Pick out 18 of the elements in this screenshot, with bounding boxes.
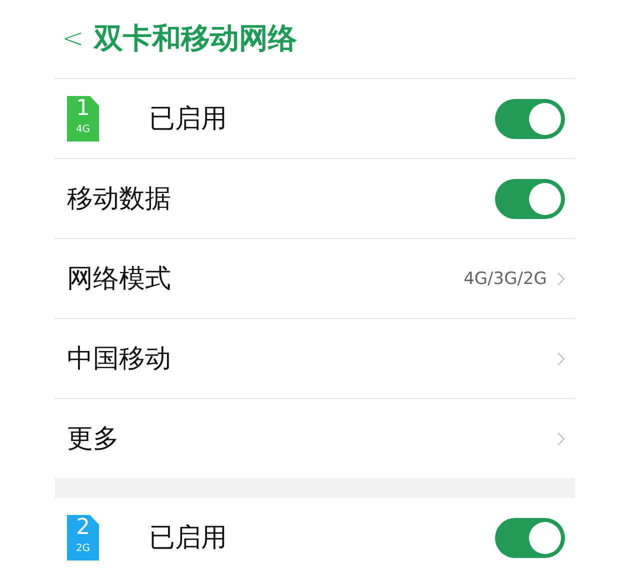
- row-label[interactable]: 移动数据: [67, 181, 171, 216]
- row-label: 已启用: [149, 103, 227, 136]
- toggle-switch[interactable]: [495, 178, 565, 218]
- row-value: 4G/3G/2G: [464, 268, 547, 288]
- toggle-switch[interactable]: [495, 518, 565, 558]
- sim-network: 4G: [76, 122, 90, 136]
- chevron-icon: [557, 352, 565, 366]
- toggle-switch[interactable]: [495, 98, 565, 138]
- page-title: 双卡和移动网络: [94, 20, 297, 57]
- chevron-icon: [557, 432, 565, 446]
- row-label[interactable]: 更多: [67, 421, 119, 456]
- row-label[interactable]: 中国移动: [67, 341, 171, 376]
- row-label[interactable]: 网络模式: [67, 261, 171, 296]
- sim-number: 2: [76, 514, 90, 540]
- sim-network: 2G: [76, 542, 90, 556]
- sim-number: 1: [76, 96, 90, 122]
- chevron-icon: [557, 272, 565, 286]
- row-label: 已启用: [149, 522, 227, 555]
